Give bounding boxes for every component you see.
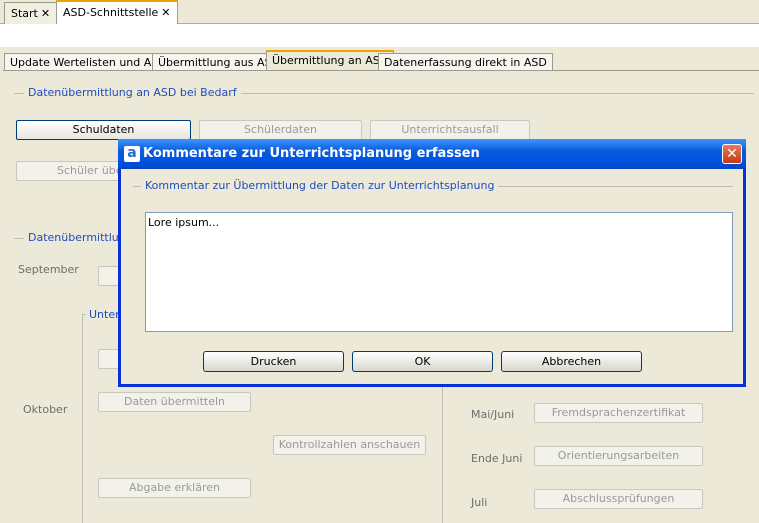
tab-uebermittlung-an-asd[interactable]: Übermittlung an ASD (266, 50, 395, 71)
unterrichtsausfall-button[interactable]: Unterrichtsausfall (370, 120, 530, 140)
row-label-ende-juni: Ende Juni (471, 452, 523, 465)
window-tab-bar: Start ✕ ASD-Schnittstelle ✕ (0, 0, 759, 24)
schuelerdaten-button[interactable]: Schülerdaten (199, 120, 362, 140)
dialog-title-bar[interactable]: a Kommentare zur Unterrichtsplanung erfa… (118, 139, 746, 169)
daten-uebermitteln-button[interactable]: Daten übermitteln (98, 392, 251, 412)
section1-title: Datenübermittlung an ASD bei Bedarf (24, 86, 241, 99)
tab-label: Übermittlung aus ASD (158, 56, 280, 69)
dialog-title: Kommentare zur Unterrichtsplanung erfass… (143, 146, 480, 161)
tab-label: Datenerfassung direkt in ASD (384, 56, 547, 69)
group-border-left (82, 314, 83, 523)
tab-label: Update Wertelisten und ASV (10, 56, 166, 69)
comment-textarea[interactable]: Lore ipsum... (145, 212, 733, 332)
row-label-mai-juni: Mai/Juni (471, 408, 515, 421)
toolbar-area (0, 24, 759, 47)
print-button[interactable]: Drucken (203, 351, 344, 372)
close-icon[interactable]: ✕ (161, 6, 170, 19)
right-group-border (442, 387, 443, 523)
fremdsprachenzertifikat-button[interactable]: Fremdsprachenzertifikat (534, 403, 703, 423)
tab-asd-schnittstelle[interactable]: ASD-Schnittstelle ✕ (56, 0, 178, 24)
tab-label: Übermittlung an ASD (272, 54, 389, 67)
row-label-juli: Juli (471, 496, 488, 509)
tab-asd-label: ASD-Schnittstelle (63, 6, 159, 19)
tab-update-wertelisten[interactable]: Update Wertelisten und ASV (4, 53, 172, 71)
close-icon[interactable]: ✕ (722, 144, 742, 164)
abgabe-erklaeren-button[interactable]: Abgabe erklären (98, 478, 251, 498)
september-button[interactable] (98, 266, 119, 286)
app-logo-icon: a (124, 146, 140, 162)
tab-divider (3, 70, 759, 71)
orientierungsarbeiten-button[interactable]: Orientierungsarbeiten (534, 446, 703, 466)
cancel-button[interactable]: Abbrechen (501, 351, 642, 372)
abschlusspruefungen-button[interactable]: Abschlussprüfungen (534, 489, 703, 509)
month-oktober-label: Oktober (23, 403, 68, 416)
close-icon[interactable]: ✕ (41, 7, 50, 20)
group-button[interactable] (98, 349, 119, 369)
schuldaten-button[interactable]: Schuldaten (16, 120, 191, 140)
kontrollzahlen-button[interactable]: Kontrollzahlen anschauen (273, 435, 426, 455)
month-september-label: September (18, 263, 79, 276)
tab-datenerfassung-direkt[interactable]: Datenerfassung direkt in ASD (378, 53, 553, 71)
schueler-uebertritt-button[interactable]: Schüler über (16, 161, 127, 181)
dialog-group-title: Kommentar zur Übermittlung der Daten zur… (141, 179, 499, 192)
tab-start[interactable]: Start ✕ (4, 2, 58, 24)
ok-button[interactable]: OK (352, 351, 493, 372)
tab-start-label: Start (11, 7, 38, 20)
